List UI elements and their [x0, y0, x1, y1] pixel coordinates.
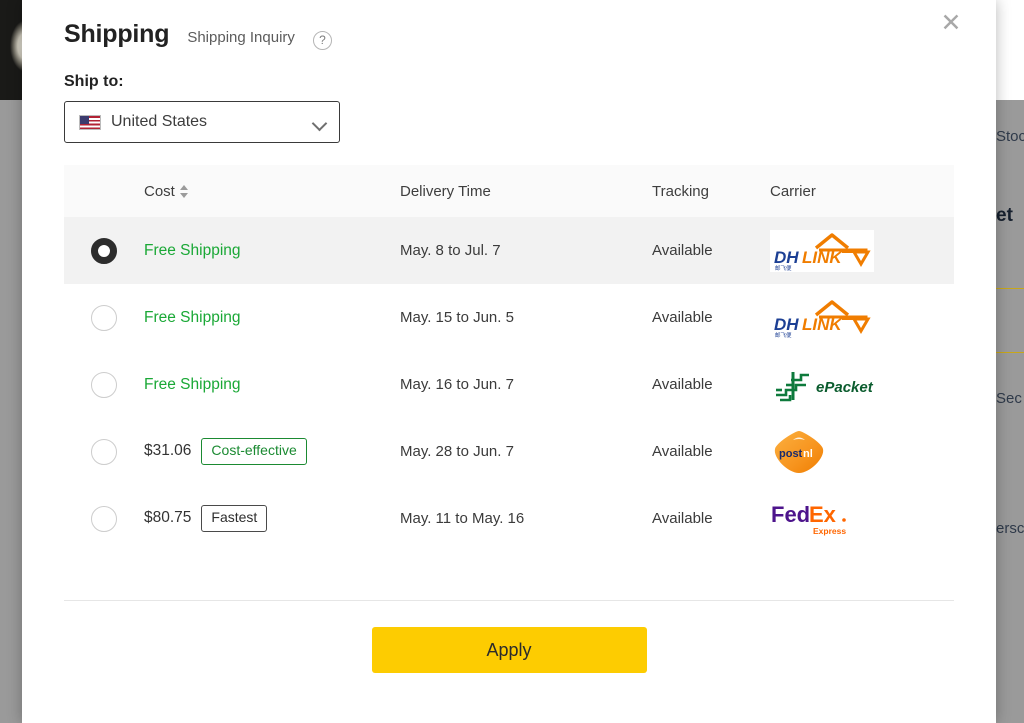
ship-to-label: Ship to:: [64, 73, 124, 90]
postnl-logo: post nl: [774, 430, 824, 473]
svg-text:邮飞便: 邮飞便: [775, 331, 792, 339]
background-text-fragment: Stoc: [996, 128, 1024, 145]
header-carrier: Carrier: [770, 182, 816, 200]
carrier-cell: DH LINK 邮飞便: [770, 284, 954, 351]
header-delivery-time: Delivery Time: [400, 182, 491, 200]
table-header-row: Cost Delivery Time Tracking Carrier: [64, 165, 954, 217]
cost-cell: $31.06 Cost-effective: [144, 418, 400, 485]
table-body: Free Shipping May. 8 to Jul. 7 Available D…: [64, 217, 954, 552]
svg-text:Express: Express: [813, 526, 846, 536]
background-rule: [996, 288, 1024, 289]
svg-text:Fed: Fed: [771, 502, 810, 527]
svg-text:Ex: Ex: [809, 502, 837, 527]
row-select-cell: [64, 284, 144, 351]
row-select-cell: [64, 485, 144, 552]
delivery-time-cell: May. 16 to Jun. 7: [400, 376, 514, 393]
delivery-time-cell: May. 15 to Jun. 5: [400, 309, 514, 326]
header-select: [64, 165, 144, 217]
svg-text:post: post: [779, 448, 803, 460]
svg-text:DH: DH: [774, 315, 799, 334]
cost-cell: Free Shipping: [144, 217, 400, 284]
dhlink-logo: DH LINK 邮飞便: [770, 296, 874, 339]
row-select-cell: [64, 217, 144, 284]
selected-country-label: United States: [111, 113, 208, 130]
row-select-cell: [64, 418, 144, 485]
svg-text:邮飞便: 邮飞便: [775, 264, 792, 272]
close-icon[interactable]: ✕: [936, 8, 966, 38]
svg-text:LINK: LINK: [802, 315, 843, 334]
cost-value: $31.06: [144, 442, 192, 460]
svg-text:DH: DH: [774, 248, 799, 267]
background-product-thumbnail: [0, 0, 22, 100]
table-row[interactable]: $80.75 Fastest May. 11 to May. 16 Available…: [64, 485, 954, 552]
us-flag-icon: [79, 114, 101, 130]
tracking-cell: Available: [652, 376, 713, 393]
carrier-cell: Fed Ex Express: [770, 485, 954, 552]
svg-text:nl: nl: [803, 448, 813, 460]
background-rule: [996, 352, 1024, 353]
table-row[interactable]: Free Shipping May. 8 to Jul. 7 Available D…: [64, 217, 954, 284]
dhlink-logo: DH LINK 邮飞便: [770, 229, 874, 272]
shipping-modal: Shipping Shipping Inquiry ? ✕ Ship to: U…: [22, 0, 996, 723]
cost-cell: $80.75 Fastest: [144, 485, 400, 552]
modal-header: Shipping Shipping Inquiry ? ✕: [22, 0, 996, 50]
epacket-logo: ePacket: [776, 371, 874, 401]
carrier-cell: post nl: [770, 418, 954, 485]
help-circle-icon[interactable]: ?: [312, 30, 332, 50]
delivery-time-cell: May. 28 to Jun. 7: [400, 443, 514, 460]
cost-value: Free Shipping: [144, 375, 241, 393]
background-text-fragment: ersc: [996, 520, 1024, 537]
tracking-cell: Available: [652, 510, 713, 527]
cost-cell: Free Shipping: [144, 284, 400, 351]
fedex-logo: Fed Ex Express: [771, 502, 846, 536]
tracking-cell: Available: [652, 309, 713, 326]
header-cost-label: Cost: [144, 182, 175, 200]
table-header: Cost Delivery Time Tracking Carrier: [64, 165, 954, 217]
country-select[interactable]: United States: [64, 101, 340, 143]
shipping-options-table: Cost Delivery Time Tracking Carrier Free…: [64, 165, 954, 552]
row-select-cell: [64, 351, 144, 418]
shipping-inquiry-link[interactable]: Shipping Inquiry: [187, 29, 295, 46]
shipping-option-radio[interactable]: [91, 438, 117, 465]
page-title: Shipping: [64, 20, 170, 48]
cost-value: Free Shipping: [144, 308, 241, 326]
cost-badge: Fastest: [201, 505, 268, 532]
carrier-cell: ePacket: [770, 351, 954, 418]
shipping-option-radio[interactable]: [91, 237, 117, 264]
footer-actions: Apply: [22, 601, 996, 673]
table-row[interactable]: Free Shipping May. 15 to Jun. 5 Available …: [64, 284, 954, 351]
header-cost[interactable]: Cost: [144, 165, 400, 217]
header-tracking: Tracking: [652, 182, 709, 200]
carrier-cell: DH LINK 邮飞便: [770, 217, 954, 284]
delivery-time-cell: May. 8 to Jul. 7: [400, 242, 501, 259]
apply-button[interactable]: Apply: [371, 627, 647, 673]
tracking-cell: Available: [652, 242, 713, 259]
background-text-fragment: Sec: [996, 390, 1022, 407]
table-row[interactable]: $31.06 Cost-effective May. 28 to Jun. 7 Ava…: [64, 418, 954, 485]
background-text-fragment: et: [996, 205, 1013, 226]
delivery-time-cell: May. 11 to May. 16: [400, 510, 525, 527]
tracking-cell: Available: [652, 443, 713, 460]
ship-to-section: Ship to: United States: [22, 49, 996, 143]
cost-value: Free Shipping: [144, 241, 241, 259]
svg-text:LINK: LINK: [802, 248, 843, 267]
cost-cell: Free Shipping: [144, 351, 400, 418]
chevron-down-icon: [313, 118, 327, 127]
table-row[interactable]: Free Shipping May. 16 to Jun. 7 Available …: [64, 351, 954, 418]
svg-text:ePacket: ePacket: [816, 379, 874, 396]
cost-value: $80.75: [144, 509, 192, 527]
cost-badge: Cost-effective: [201, 438, 307, 465]
shipping-option-radio[interactable]: [91, 304, 117, 331]
shipping-option-radio[interactable]: [91, 505, 117, 532]
sort-updown-icon[interactable]: [179, 184, 188, 198]
shipping-option-radio[interactable]: [91, 371, 117, 398]
